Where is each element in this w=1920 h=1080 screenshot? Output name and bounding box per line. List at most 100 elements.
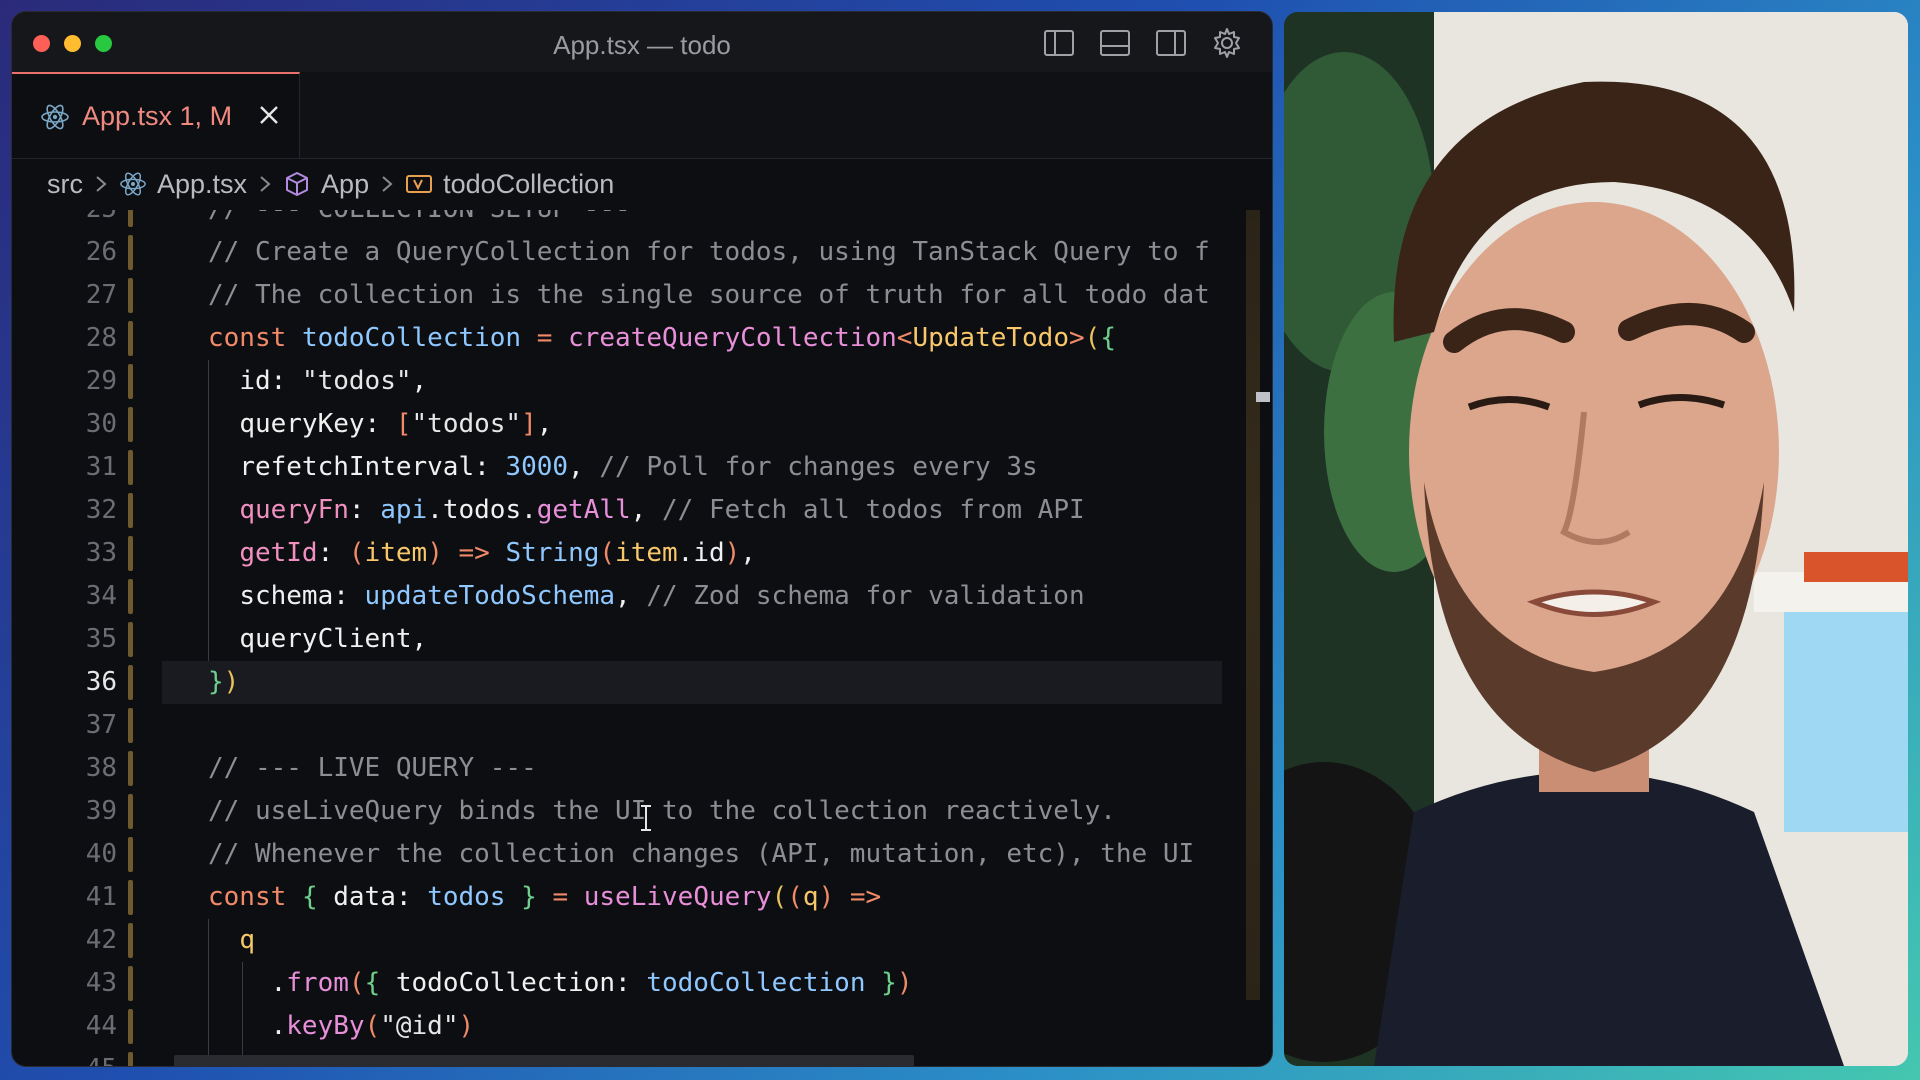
git-change-indicator	[128, 837, 133, 872]
breadcrumb: src App.tsx App todoCollection	[12, 158, 1272, 210]
tab-bar: App.tsx 1, M	[12, 72, 1272, 159]
git-change-indicator	[128, 450, 133, 485]
code-line[interactable]: 28 const todoCollection = createQueryColl…	[12, 317, 1252, 360]
code-line[interactable]: 34 schema: updateTodoSchema, // Zod sche…	[12, 575, 1252, 618]
code-line[interactable]: 35 queryClient,	[12, 618, 1252, 661]
line-number: 43	[85, 968, 117, 998]
code-line[interactable]: 40 // Whenever the collection changes (AP…	[12, 833, 1252, 876]
git-change-indicator	[128, 278, 133, 313]
line-number: 37	[85, 710, 117, 740]
line-number: 39	[85, 796, 117, 826]
code-line[interactable]: 42 q	[12, 919, 1252, 962]
line-number: 44	[85, 1011, 117, 1041]
code-line[interactable]: 36})	[12, 661, 1252, 704]
text-cursor-icon	[641, 805, 651, 831]
code-area[interactable]: 25 // --- COLLECTION SETUP --- 26 // Create…	[12, 210, 1252, 1066]
git-change-indicator	[128, 364, 133, 399]
line-number: 31	[85, 452, 117, 482]
code-line[interactable]: 30 queryKey: ["todos"],	[12, 403, 1252, 446]
toggle-primary-sidebar-icon[interactable]	[1042, 26, 1076, 60]
line-number: 36	[85, 667, 117, 697]
code-line[interactable]: 38 // --- LIVE QUERY ---	[12, 747, 1252, 790]
code-text: .keyBy("@id")	[270, 1011, 475, 1041]
cube-icon	[286, 172, 309, 196]
git-change-indicator	[128, 751, 133, 786]
code-text: .from({ todoCollection: todoCollection }…	[270, 968, 913, 998]
gear-icon[interactable]	[1210, 26, 1244, 60]
code-line[interactable]: 41 const { data: todos } = useLiveQuery((…	[12, 876, 1252, 919]
git-change-indicator	[128, 493, 133, 528]
scrollbar-thumb[interactable]	[1256, 392, 1270, 402]
breadcrumb-item-symbol[interactable]: todoCollection	[405, 169, 614, 200]
horizontal-scrollbar[interactable]	[174, 1055, 914, 1066]
git-change-indicator	[128, 622, 133, 657]
code-text: queryFn: api.todos.getAll, // Fetch all …	[239, 495, 1085, 525]
code-text: id: "todos",	[239, 366, 428, 396]
code-text: // --- LIVE QUERY ---	[208, 753, 537, 783]
code-line[interactable]: 31 refetchInterval: 3000, // Poll for ch…	[12, 446, 1252, 489]
code-line[interactable]: 29 id: "todos",	[12, 360, 1252, 403]
line-number: 34	[85, 581, 117, 611]
code-text: // Whenever the collection changes (API,…	[208, 839, 1195, 869]
line-number: 26	[85, 237, 117, 267]
breadcrumb-item-component[interactable]: App	[283, 169, 369, 200]
git-change-indicator	[128, 880, 133, 915]
line-number: 30	[85, 409, 117, 439]
code-line[interactable]: 25 // --- COLLECTION SETUP ---	[12, 210, 1252, 231]
current-line-highlight	[162, 661, 1222, 704]
code-line[interactable]: 37	[12, 704, 1252, 747]
code-text: // The collection is the single source o…	[208, 280, 1210, 310]
code-line[interactable]: 39 // useLiveQuery binds the UI to the co…	[12, 790, 1252, 833]
tab-label: App.tsx 1, M	[82, 101, 233, 131]
line-number: 28	[85, 323, 117, 353]
variable-icon	[406, 175, 433, 193]
line-number: 32	[85, 495, 117, 525]
presenter-webcam	[1284, 12, 1908, 1066]
git-change-indicator	[128, 536, 133, 571]
git-change-indicator	[128, 235, 133, 270]
code-text: queryClient,	[239, 624, 428, 654]
minimap[interactable]	[1246, 210, 1260, 1000]
toggle-panel-icon[interactable]	[1098, 26, 1132, 60]
line-number: 27	[85, 280, 117, 310]
code-line[interactable]: 44 .keyBy("@id")	[12, 1005, 1252, 1048]
line-number: 41	[85, 882, 117, 912]
code-line[interactable]: 26 // Create a QueryCollection for todos,…	[12, 231, 1252, 274]
breadcrumb-item-file[interactable]: App.tsx	[119, 169, 247, 200]
chevron-right-icon	[382, 176, 393, 192]
code-text: schema: updateTodoSchema, // Zod schema …	[239, 581, 1085, 611]
git-change-indicator	[128, 665, 133, 700]
code-text: queryKey: ["todos"],	[239, 409, 553, 439]
title-bar: App.tsx — todo	[12, 12, 1272, 73]
git-change-indicator	[128, 794, 133, 829]
line-number: 38	[85, 753, 117, 783]
presenter-image	[1284, 12, 1908, 1066]
code-text: })	[208, 667, 240, 697]
code-editor-window: App.tsx — todo App.tsx 1, M src App.tsx …	[12, 12, 1272, 1066]
git-change-indicator	[128, 708, 133, 743]
code-line[interactable]: 43 .from({ todoCollection: todoCollectio…	[12, 962, 1252, 1005]
code-text: refetchInterval: 3000, // Poll for chang…	[239, 452, 1038, 482]
tab-app-tsx[interactable]: App.tsx 1, M	[12, 72, 300, 158]
code-line[interactable]: 33 getId: (item) => String(item.id),	[12, 532, 1252, 575]
git-change-indicator	[128, 210, 133, 227]
git-change-indicator	[128, 923, 133, 958]
line-number: 45	[12, 1048, 117, 1066]
git-change-indicator	[128, 966, 133, 1001]
line-number: 33	[85, 538, 117, 568]
line-number: 29	[85, 366, 117, 396]
line-number: 42	[85, 925, 117, 955]
line-number: 35	[85, 624, 117, 654]
git-change-indicator	[128, 579, 133, 614]
code-text: // Create a QueryCollection for todos, u…	[208, 237, 1210, 267]
code-text: // --- COLLECTION SETUP ---	[208, 210, 631, 231]
line-number: 25	[12, 210, 117, 231]
code-line[interactable]: 32 queryFn: api.todos.getAll, // Fetch a…	[12, 489, 1252, 532]
line-number: 40	[85, 839, 117, 869]
code-line[interactable]: 27 // The collection is the single source…	[12, 274, 1252, 317]
close-icon[interactable]	[258, 104, 280, 126]
chevron-right-icon	[260, 176, 271, 192]
breadcrumb-item-src[interactable]: src	[47, 169, 83, 200]
toggle-secondary-sidebar-icon[interactable]	[1154, 26, 1188, 60]
code-text: const todoCollection = createQueryCollec…	[208, 323, 1116, 353]
